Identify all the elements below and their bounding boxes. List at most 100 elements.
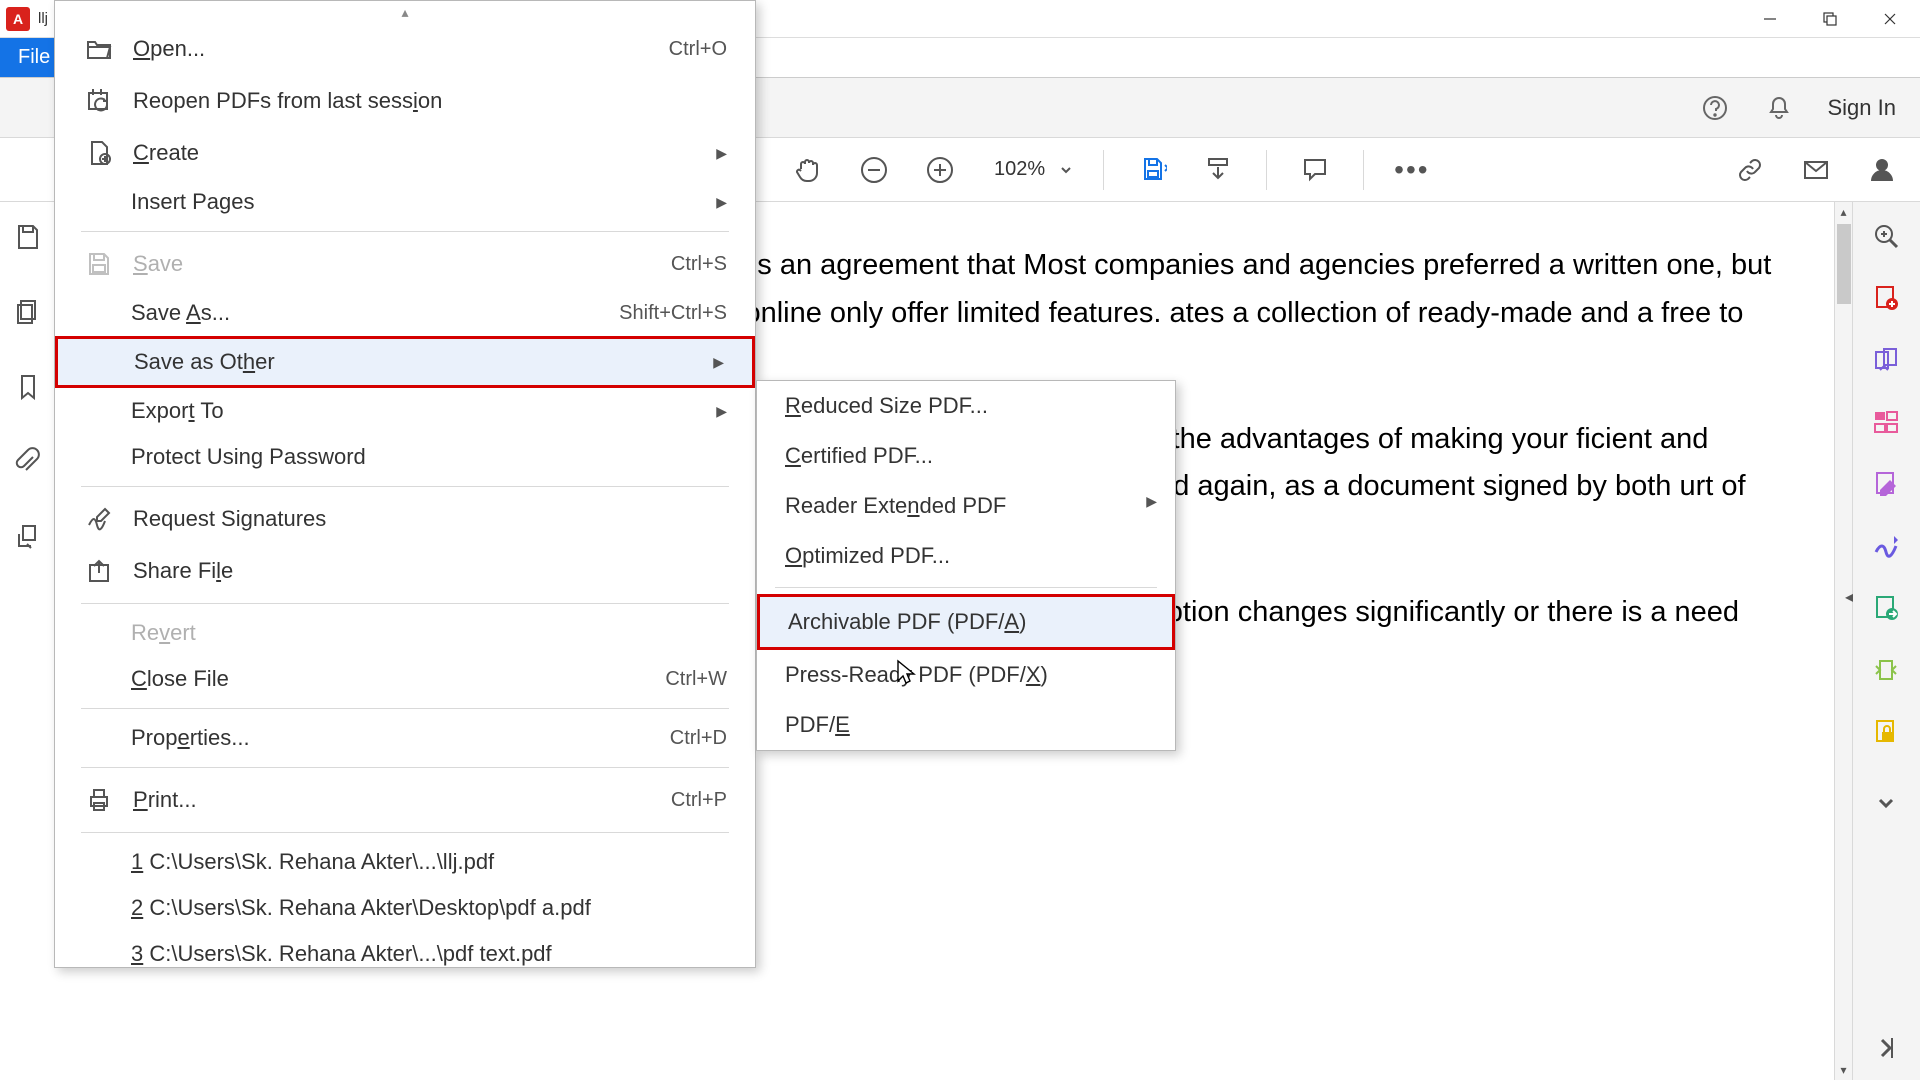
menu-label: Save bbox=[133, 251, 653, 277]
menu-label: 1 C:\Users\Sk. Rehana Akter\...\llj.pdf bbox=[131, 849, 727, 875]
menu-separator bbox=[81, 603, 729, 604]
shortcut-label: Ctrl+S bbox=[671, 253, 727, 276]
zoom-out-icon[interactable] bbox=[856, 152, 892, 188]
scroll-up-arrow[interactable]: ▴ bbox=[1835, 202, 1852, 222]
menu-item-close-file[interactable]: Close File Ctrl+W bbox=[55, 656, 755, 702]
account-icon[interactable] bbox=[1864, 152, 1900, 188]
shortcut-label: Ctrl+P bbox=[671, 789, 727, 812]
search-tool-icon[interactable] bbox=[1872, 222, 1902, 252]
scroll-down-arrow[interactable]: ▾ bbox=[1835, 1060, 1852, 1080]
menu-item-print[interactable]: Print... Ctrl+P bbox=[55, 774, 755, 826]
menu-label: Save As... bbox=[131, 300, 601, 326]
notification-bell-icon[interactable] bbox=[1764, 93, 1794, 123]
bookmark-panel-icon[interactable] bbox=[13, 372, 43, 407]
menu-item-insert-pages[interactable]: Insert Pages ▶ bbox=[55, 179, 755, 225]
submenu-item-reduced-size[interactable]: Reduced Size PDF... bbox=[757, 381, 1175, 431]
organize-pages-tool-icon[interactable] bbox=[1872, 408, 1902, 438]
menu-item-export-to[interactable]: Export To ▶ bbox=[55, 388, 755, 434]
file-menu-dropdown: ▴ Open... Ctrl+O Reopen PDFs from last s… bbox=[54, 0, 756, 968]
sign-tool-icon[interactable] bbox=[1872, 532, 1902, 562]
menu-label: Insert Pages bbox=[131, 189, 727, 215]
menu-label: Export To bbox=[131, 398, 727, 424]
menu-item-properties[interactable]: Properties... Ctrl+D bbox=[55, 715, 755, 761]
menu-label: Create bbox=[133, 140, 727, 166]
submenu-arrow-icon: ▶ bbox=[1146, 493, 1157, 510]
sign-in-link[interactable]: Sign In bbox=[1828, 95, 1897, 121]
expand-panel-icon[interactable] bbox=[1872, 1034, 1902, 1064]
help-icon[interactable] bbox=[1700, 93, 1730, 123]
save-icon[interactable] bbox=[13, 222, 43, 257]
mouse-cursor-icon bbox=[896, 659, 918, 692]
save-as-other-submenu: Reduced Size PDF... Certified PDF... Rea… bbox=[756, 380, 1176, 751]
share-link-icon[interactable] bbox=[1732, 152, 1768, 188]
share-icon bbox=[83, 555, 115, 587]
menu-label: Revert bbox=[131, 620, 727, 646]
submenu-arrow-icon: ▶ bbox=[716, 145, 727, 162]
menu-label: Share File bbox=[133, 558, 727, 584]
right-panel: ◂ bbox=[1852, 202, 1920, 1080]
menu-item-recent-3[interactable]: 3 C:\Users\Sk. Rehana Akter\...\pdf text… bbox=[55, 931, 755, 967]
menu-separator bbox=[81, 832, 729, 833]
menu-item-recent-1[interactable]: 1 C:\Users\Sk. Rehana Akter\...\llj.pdf bbox=[55, 839, 755, 885]
export-pdf-tool-icon[interactable] bbox=[1872, 594, 1902, 624]
collapse-right-panel-icon[interactable]: ◂ bbox=[1839, 582, 1859, 612]
shortcut-label: Ctrl+O bbox=[669, 38, 727, 61]
separator bbox=[1363, 150, 1364, 190]
edit-pdf-tool-icon[interactable] bbox=[1872, 470, 1902, 500]
menu-item-save-as[interactable]: Save As... Shift+Ctrl+S bbox=[55, 290, 755, 336]
protect-tool-icon[interactable] bbox=[1872, 718, 1902, 748]
download-icon[interactable] bbox=[1200, 152, 1236, 188]
combine-files-tool-icon[interactable] bbox=[1872, 346, 1902, 376]
menu-label: 2 C:\Users\Sk. Rehana Akter\Desktop\pdf … bbox=[131, 895, 727, 921]
app-icon: A bbox=[6, 7, 30, 31]
submenu-item-archivable-pdfa[interactable]: Archivable PDF (PDF/A) bbox=[757, 594, 1175, 650]
menu-item-protect-password[interactable]: Protect Using Password bbox=[55, 434, 755, 480]
menu-item-request-signatures[interactable]: Request Signatures bbox=[55, 493, 755, 545]
left-sidebar bbox=[0, 202, 56, 557]
minimize-button[interactable] bbox=[1740, 0, 1800, 38]
menu-item-create[interactable]: Create ▶ bbox=[55, 127, 755, 179]
menu-item-save-as-other[interactable]: Save as Other ▶ bbox=[55, 336, 755, 388]
submenu-item-press-ready-pdfx[interactable]: Press-Ready PDF (PDF/X) bbox=[757, 650, 1175, 700]
menu-item-recent-2[interactable]: 2 C:\Users\Sk. Rehana Akter\Desktop\pdf … bbox=[55, 885, 755, 931]
more-tools-icon[interactable]: ••• bbox=[1394, 154, 1429, 186]
save-dropdown-icon[interactable] bbox=[1134, 152, 1170, 188]
separator bbox=[1103, 150, 1104, 190]
attachments-icon[interactable] bbox=[13, 447, 43, 482]
zoom-level[interactable]: 102% bbox=[988, 156, 1073, 183]
separator bbox=[1266, 150, 1267, 190]
submenu-item-optimized[interactable]: Optimized PDF... bbox=[757, 531, 1175, 581]
menu-separator bbox=[81, 231, 729, 232]
vertical-scrollbar[interactable]: ▴ ▾ bbox=[1834, 202, 1852, 1080]
create-icon bbox=[83, 137, 115, 169]
menu-label: Request Signatures bbox=[133, 506, 727, 532]
menu-item-share-file[interactable]: Share File bbox=[55, 545, 755, 597]
hand-tool-icon[interactable] bbox=[790, 152, 826, 188]
email-icon[interactable] bbox=[1798, 152, 1834, 188]
submenu-arrow-icon: ▶ bbox=[713, 354, 724, 371]
maximize-button[interactable] bbox=[1800, 0, 1860, 38]
compress-tool-icon[interactable] bbox=[1872, 656, 1902, 686]
close-window-button[interactable] bbox=[1860, 0, 1920, 38]
menu-item-save: Save Ctrl+S bbox=[55, 238, 755, 290]
menu-collapse-icon[interactable]: ▴ bbox=[55, 1, 755, 23]
menu-separator bbox=[775, 587, 1157, 588]
menu-label: Close File bbox=[131, 666, 647, 692]
submenu-arrow-icon: ▶ bbox=[716, 194, 727, 211]
menu-label: Protect Using Password bbox=[131, 444, 727, 470]
menu-item-reopen[interactable]: Reopen PDFs from last session bbox=[55, 75, 755, 127]
pages-panel-icon[interactable] bbox=[13, 297, 43, 332]
comment-icon[interactable] bbox=[1297, 152, 1333, 188]
menu-item-open[interactable]: Open... Ctrl+O bbox=[55, 23, 755, 75]
submenu-item-pdfe[interactable]: PDF/E bbox=[757, 700, 1175, 750]
submenu-item-certified[interactable]: Certified PDF... bbox=[757, 431, 1175, 481]
zoom-in-icon[interactable] bbox=[922, 152, 958, 188]
submenu-item-reader-extended[interactable]: Reader Extended PDF▶ bbox=[757, 481, 1175, 531]
reopen-icon bbox=[83, 85, 115, 117]
scrollbar-thumb[interactable] bbox=[1837, 224, 1851, 304]
layers-icon[interactable] bbox=[13, 522, 43, 557]
create-pdf-tool-icon[interactable] bbox=[1872, 284, 1902, 314]
more-tools-down-icon[interactable] bbox=[1872, 790, 1902, 820]
menu-label: Save as Other bbox=[134, 349, 724, 375]
print-icon bbox=[83, 784, 115, 816]
